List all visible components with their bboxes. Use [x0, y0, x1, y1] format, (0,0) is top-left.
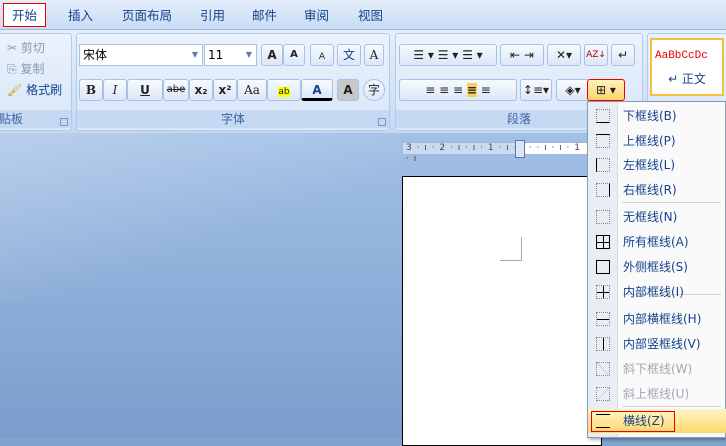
format-painter-button[interactable]: 🖌 格式刷: [7, 80, 62, 100]
clipboard-group: ✂ 剪切 ⎘ 复制 🖌 格式刷 贴板: [0, 33, 72, 131]
horizontal-ruler[interactable]: 3 · ı · 2 · ı · ı · 1 · ı · ı · · ı · ı …: [402, 142, 588, 164]
border-inside-icon: [596, 285, 610, 299]
sort-button[interactable]: AZ↓: [584, 44, 608, 66]
align-icons: ≡ ≡ ≡ ≡ ≡: [425, 83, 491, 97]
margin-corner-mark: [500, 237, 522, 261]
font-size-select[interactable]: 11 ▼: [204, 44, 257, 66]
brush-icon: 🖌: [7, 83, 23, 97]
border-inside-v-icon: [596, 337, 610, 351]
paint-bucket-icon: ◈▾: [565, 83, 581, 97]
border-outside-icon: [596, 260, 610, 274]
italic-button[interactable]: I: [103, 79, 127, 101]
menu-separator: [622, 406, 721, 407]
menu-item-border-bottom[interactable]: 下框线(B): [588, 104, 726, 128]
line-spacing-button[interactable]: ↕≡▾: [520, 79, 552, 101]
menu-item-border-inside-v[interactable]: 内部竖框线(V): [588, 332, 726, 356]
enclose-char-button[interactable]: 字: [363, 79, 385, 101]
font-group-label: 字体: [77, 110, 389, 128]
eraser-icon: A: [318, 52, 326, 62]
border-all-icon: [596, 235, 610, 249]
list-buttons[interactable]: ☰ ▾ ☰ ▾ ☰ ▾: [399, 44, 497, 66]
font-name-select[interactable]: 宋体 ▼: [79, 44, 203, 66]
menu-item-horizontal-line[interactable]: 横线(Z): [588, 409, 726, 433]
borders-button[interactable]: ⊞ ▾: [587, 79, 625, 101]
dialog-launcher-icon[interactable]: [60, 118, 68, 126]
menu-item-diag-up: 斜上框线(U): [588, 382, 726, 406]
menu-item-diag-down: 斜下框线(W): [588, 357, 726, 381]
highlight-button[interactable]: ab: [267, 79, 301, 101]
phonetic-guide-button[interactable]: 文: [337, 44, 361, 66]
shading-button[interactable]: ◈▾: [556, 79, 590, 101]
sort-icon: AZ↓: [586, 50, 606, 60]
shrink-font-button[interactable]: A: [283, 44, 305, 66]
copy-button[interactable]: ⎘ 复制: [7, 59, 44, 79]
menu-item-border-right[interactable]: 右框线(R): [588, 178, 726, 202]
superscript-button[interactable]: x²: [213, 79, 237, 101]
menu-separator: [622, 202, 721, 203]
menu-item-border-top[interactable]: 上框线(P): [588, 129, 726, 153]
bullet-list-icon: ☰ ▾ ☰ ▾ ☰ ▾: [413, 48, 483, 62]
document-page[interactable]: [402, 176, 602, 446]
grow-font-button[interactable]: A: [261, 44, 283, 66]
strikethrough-button[interactable]: abe: [163, 79, 189, 101]
subscript-button[interactable]: x₂: [189, 79, 213, 101]
asian-layout-button[interactable]: ✕▾: [547, 44, 581, 66]
align-buttons[interactable]: ≡ ≡ ≡ ≡ ≡: [399, 79, 517, 101]
tab-review[interactable]: 审阅: [296, 4, 337, 28]
paragraph-mark-icon: ↵: [617, 48, 629, 62]
clear-format-button[interactable]: A: [310, 44, 334, 66]
ribbon-tabs: 开始 插入 页面布局 引用 邮件 审阅 视图: [0, 0, 726, 30]
scissors-icon: ✂: [7, 41, 18, 55]
bold-button[interactable]: B: [79, 79, 103, 101]
borders-dropdown-menu: 下框线(B) 上框线(P) 左框线(L) 右框线(R) 无框线(N) 所有框线(A) 外侧框…: [587, 101, 726, 438]
border-none-icon: [596, 210, 610, 224]
show-marks-button[interactable]: ↵: [611, 44, 635, 66]
border-left-icon: [596, 158, 610, 172]
tab-references[interactable]: 引用: [192, 4, 233, 28]
indent-icon: ⇤ ⇥: [510, 48, 534, 62]
tab-insert[interactable]: 插入: [60, 4, 101, 28]
copy-icon: ⎘: [7, 62, 17, 76]
border-right-icon: [596, 183, 610, 197]
border-top-icon: [596, 134, 610, 148]
menu-item-border-inside[interactable]: 内部框线(I): [588, 280, 726, 304]
char-shading-button[interactable]: A: [337, 79, 359, 101]
menu-item-border-none[interactable]: 无框线(N): [588, 205, 726, 229]
char-border-button[interactable]: A: [364, 44, 384, 66]
underline-button[interactable]: U: [127, 79, 163, 101]
diag-down-icon: [596, 362, 610, 376]
menu-item-border-left[interactable]: 左框线(L): [588, 153, 726, 177]
menu-item-border-inside-h[interactable]: 内部横框线(H): [588, 307, 726, 331]
line-spacing-icon: ↕≡▾: [522, 83, 550, 97]
style-normal[interactable]: AaBbCcDc ↵ 正文: [650, 38, 724, 96]
font-color-button[interactable]: A: [301, 79, 333, 101]
diag-up-icon: [596, 387, 610, 401]
border-bottom-icon: [596, 109, 610, 123]
highlight-outline: [591, 411, 675, 432]
asian-layout-icon: ✕▾: [555, 48, 573, 62]
tab-mailings[interactable]: 邮件: [244, 4, 285, 28]
border-inside-h-icon: [596, 312, 610, 326]
border-grid-icon: ⊞ ▾: [596, 83, 616, 97]
chevron-down-icon: ▼: [245, 50, 252, 59]
background-swoosh: [0, 133, 400, 303]
menu-item-border-outside[interactable]: 外侧框线(S): [588, 255, 726, 279]
menu-item-border-all[interactable]: 所有框线(A): [588, 230, 726, 254]
cut-button[interactable]: ✂ 剪切: [7, 38, 45, 58]
highlighter-icon: ab: [278, 87, 290, 97]
tab-page-layout[interactable]: 页面布局: [114, 4, 180, 28]
indent-marker[interactable]: [515, 140, 525, 158]
chevron-down-icon: ▼: [191, 50, 198, 59]
tab-view[interactable]: 视图: [350, 4, 391, 28]
tab-home[interactable]: 开始: [3, 3, 47, 27]
indent-buttons[interactable]: ⇤ ⇥: [500, 44, 544, 66]
font-group: 宋体 ▼ 11 ▼ A A A 文 A B I U abe x₂ x² Aa ab …: [76, 33, 390, 131]
change-case-button[interactable]: Aa: [237, 79, 267, 101]
dialog-launcher-icon[interactable]: [378, 118, 386, 126]
